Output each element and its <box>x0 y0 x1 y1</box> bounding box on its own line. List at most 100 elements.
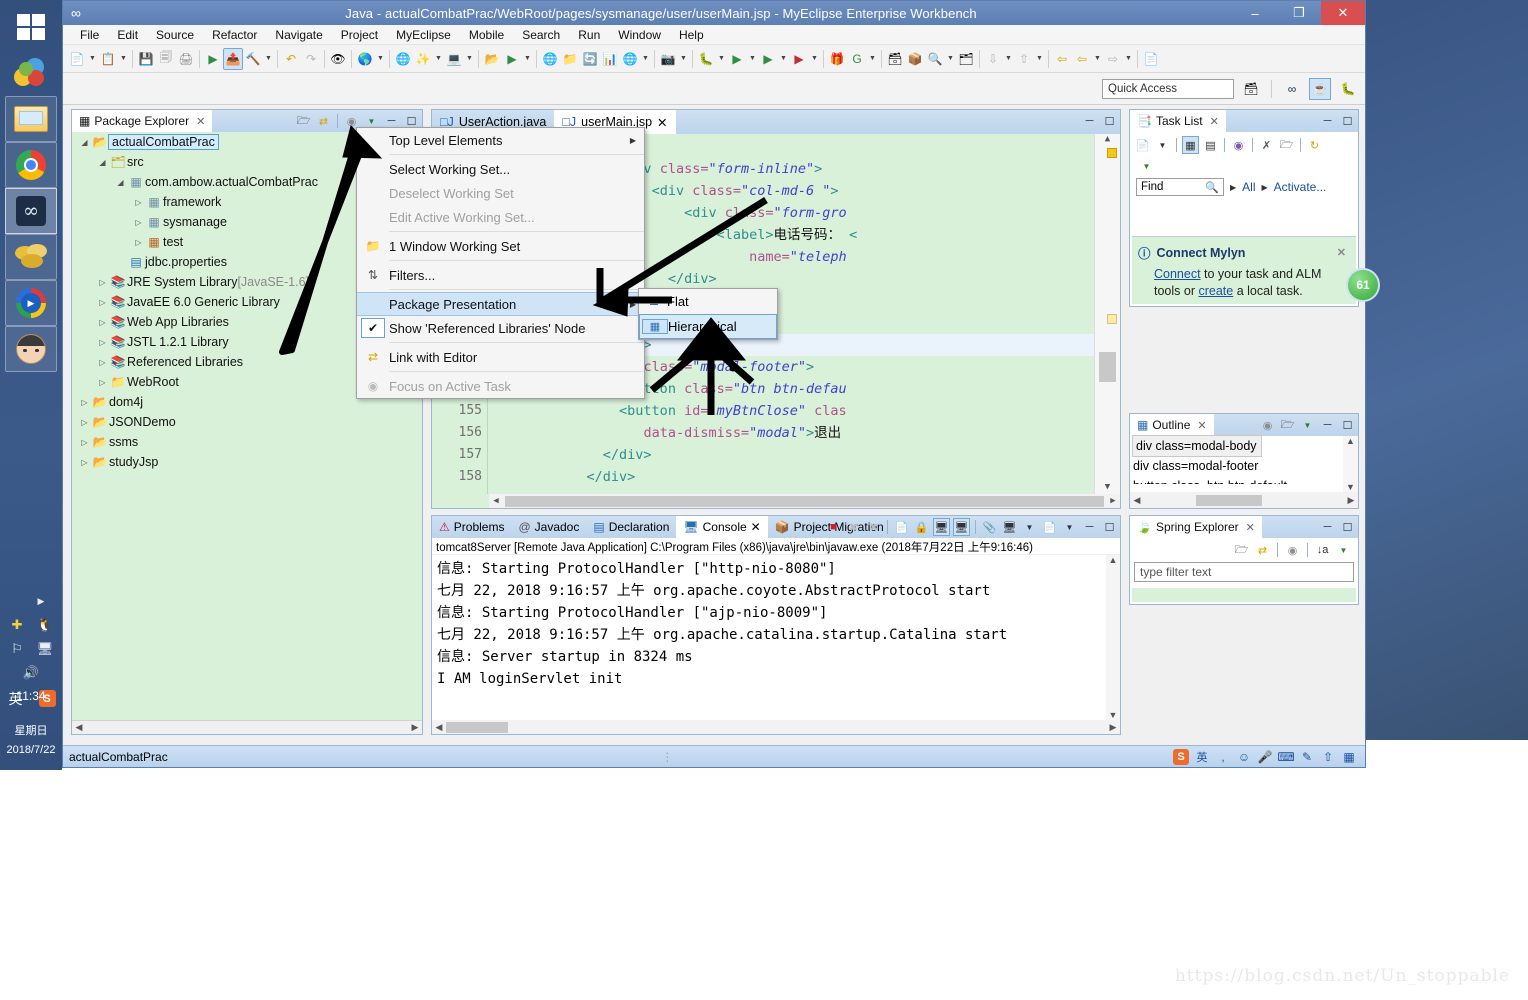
collapse-all-icon[interactable]: 🗁 <box>295 112 312 130</box>
mylyn-connect-link[interactable]: Connect <box>1154 267 1201 281</box>
editor-vscrollbar[interactable]: ▲ ▼ <box>1094 134 1120 494</box>
debug-dropdown-icon[interactable]: ▼ <box>716 48 727 70</box>
twisty-icon[interactable]: ▷ <box>96 298 109 307</box>
forward-icon[interactable]: ⇨ <box>1103 48 1123 70</box>
package-explorer-hscrollbar[interactable]: ◀ ▶ <box>72 720 422 734</box>
mark-occurrences-icon[interactable]: 👁 <box>328 48 348 70</box>
scroll-right-icon[interactable]: ▶ <box>1106 496 1120 506</box>
menu-item[interactable]: ⇅ Filters... <box>357 263 644 287</box>
forward-history-icon[interactable]: ⇦ <box>1072 48 1092 70</box>
open-resource-icon[interactable]: 🗂 <box>956 48 976 70</box>
restore-icon[interactable]: 🗁 <box>1278 136 1295 154</box>
quick-access-input[interactable]: Quick Access <box>1102 78 1234 99</box>
scroll-left-icon[interactable]: ◀ <box>432 722 446 733</box>
html-20-icon[interactable]: 🌐 <box>393 48 413 70</box>
build-icon[interactable]: 🔨 <box>243 48 263 70</box>
refresh-icon[interactable]: 🔄 <box>580 48 600 70</box>
forward-dropdown-icon[interactable]: ▼ <box>1123 48 1134 70</box>
outline-item[interactable]: div class=modal-body <box>1130 435 1358 457</box>
new-database-icon[interactable]: 🌎 <box>355 48 375 70</box>
snapshot-icon[interactable]: 📷 <box>658 48 678 70</box>
menu-window[interactable]: Window <box>609 27 670 43</box>
scroll-right-icon[interactable]: ▶ <box>1344 495 1358 506</box>
maximize-button[interactable]: ❐ <box>1277 1 1321 25</box>
view-menu-icon[interactable]: ▼ <box>1138 157 1155 175</box>
twisty-icon[interactable]: ◢ <box>96 158 109 167</box>
open-browser-icon[interactable]: 🌐 <box>540 48 560 70</box>
web-wizard-icon[interactable]: 💻 <box>444 48 464 70</box>
maximize-icon[interactable]: ☐ <box>1101 518 1118 536</box>
sogou-logo-icon[interactable]: S <box>1173 748 1189 765</box>
tab-problems[interactable]: ⚠ Problems <box>432 516 511 538</box>
flag-error-icon[interactable]: ⚐ <box>8 640 26 658</box>
ime-chinese-icon[interactable]: 英 <box>1194 749 1210 765</box>
mylyn-create-link[interactable]: create <box>1198 284 1233 298</box>
menu-item[interactable]: 📁 1 Window Working Set <box>357 234 644 258</box>
outline-vscrollbar[interactable]: ▲ ▼ <box>1343 436 1358 492</box>
menu-myeclipse[interactable]: MyEclipse <box>387 27 460 43</box>
find-input[interactable]: Find 🔍 <box>1136 178 1224 196</box>
new-myeclipse-project-icon[interactable]: 📋 <box>98 48 118 70</box>
twisty-icon[interactable]: ▷ <box>96 318 109 327</box>
back-history-icon[interactable]: ⇦ <box>1052 48 1072 70</box>
new-class-icon[interactable]: 🎁 <box>827 48 847 70</box>
minimize-icon[interactable]: ─ <box>1081 112 1098 130</box>
new-project-dropdown-icon[interactable]: ▼ <box>118 48 129 70</box>
tab-javadoc[interactable]: @ Javadoc <box>511 516 586 538</box>
task-list-toolbar[interactable]: 📄 ▼ ▦ ▤ ◉ ✗ 🗁 ↻ <box>1130 132 1358 158</box>
save-icon[interactable]: 💾 <box>136 48 156 70</box>
code-line[interactable]: </div> <box>489 444 1094 466</box>
menu-item[interactable]: Package Presentation ▶ <box>357 292 644 316</box>
open-package-icon[interactable]: 📦 <box>905 48 925 70</box>
remove-launch-icon[interactable]: ✖ <box>845 518 862 536</box>
code-line[interactable]: data-dismiss="modal">退出 <box>489 422 1094 444</box>
editor-window-controls[interactable]: ─ ☐ <box>1081 110 1118 132</box>
console-output[interactable]: 信息: Starting ProtocolHandler ["http-nio-… <box>432 555 1106 720</box>
run-menu-dropdown-icon[interactable]: ▼ <box>747 48 758 70</box>
next-annotation-icon[interactable]: ⇩ <box>983 48 1003 70</box>
chevron-down-icon[interactable]: ▼ <box>1021 518 1038 536</box>
debug-icon[interactable]: 🐛 <box>696 48 716 70</box>
next-annotation-dropdown-icon[interactable]: ▼ <box>1003 48 1014 70</box>
perspective-debug-icon[interactable]: 🐛 <box>1337 78 1359 100</box>
close-icon[interactable]: ✕ <box>657 115 667 130</box>
new-console-icon[interactable]: 📄 <box>1041 518 1058 536</box>
open-console-icon[interactable]: 📎 <box>981 518 998 536</box>
code-line[interactable]: </div> <box>489 466 1094 488</box>
task-find-row[interactable]: Find 🔍 ▶ All ▶ Activate... <box>1130 174 1358 200</box>
menu-item[interactable]: ⇄ Link with Editor <box>357 345 644 369</box>
filter-all-link[interactable]: All <box>1242 180 1255 194</box>
menu-search[interactable]: Search <box>513 27 569 43</box>
twisty-icon[interactable]: ▷ <box>78 458 91 467</box>
maximize-icon[interactable]: ☐ <box>1339 416 1356 434</box>
print-icon[interactable]: 🖨 <box>176 48 196 70</box>
scroll-up-icon[interactable]: ▲ <box>1346 436 1355 446</box>
new-window-icon[interactable]: 📄 <box>1141 48 1161 70</box>
web-dropdown-icon[interactable]: ▼ <box>464 48 475 70</box>
taskbar-day[interactable]: 星期日 <box>0 722 62 738</box>
new-task-icon[interactable]: 📄 <box>1134 136 1151 154</box>
scroll-lock-icon[interactable]: 🔒 <box>913 518 930 536</box>
system-tray[interactable]: ▶ ✚ 🐧 ⚐ 🖥 🔊 英 S <box>0 592 62 740</box>
scheduled-presentation-icon[interactable]: ▤ <box>1202 136 1219 154</box>
undo-icon[interactable]: ↶ <box>281 48 301 70</box>
start-button[interactable] <box>5 4 57 50</box>
taskbar-clock[interactable]: 11:34 <box>0 688 62 705</box>
tree-item[interactable]: ▷ 📂 JSONDemo <box>72 412 422 432</box>
chrome[interactable] <box>5 142 57 188</box>
spring-window-controls[interactable]: ─ ☐ <box>1319 516 1356 538</box>
twisty-icon[interactable]: ◢ <box>114 178 127 187</box>
grails-icon[interactable]: G <box>847 48 867 70</box>
editor-hscrollbar[interactable]: ◀ ▶ <box>489 494 1120 508</box>
menu-item[interactable]: Top Level Elements ▶ <box>357 128 644 152</box>
menu-project[interactable]: Project <box>332 27 387 43</box>
menu-item[interactable]: Select Working Set... <box>357 157 644 181</box>
minimize-button[interactable]: – <box>1233 1 1277 25</box>
menu-file[interactable]: File <box>71 27 108 43</box>
close-icon[interactable]: ✕ <box>1246 521 1255 534</box>
maximize-icon[interactable]: ☐ <box>1339 112 1356 130</box>
prev-annotation-dropdown-icon[interactable]: ▼ <box>1034 48 1045 70</box>
snapshot-dropdown-icon[interactable]: ▼ <box>678 48 689 70</box>
twisty-icon[interactable]: ▷ <box>96 358 109 367</box>
scroll-left-icon[interactable]: ◀ <box>72 722 86 733</box>
